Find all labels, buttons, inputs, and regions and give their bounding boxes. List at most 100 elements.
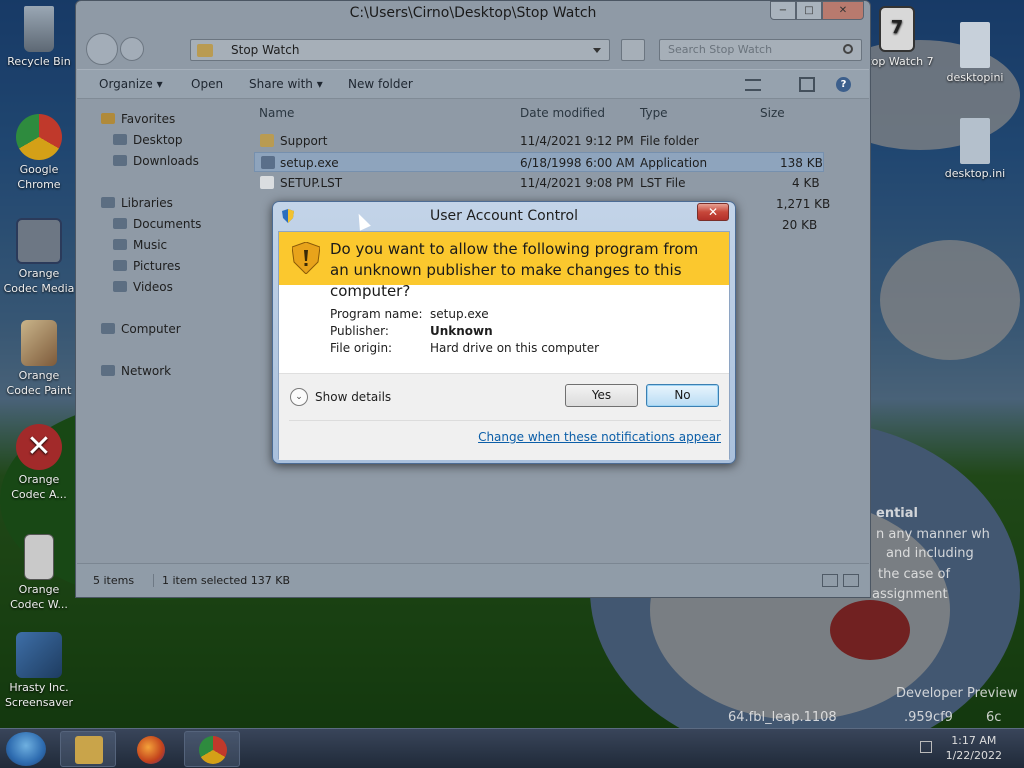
- search-input[interactable]: Search Stop Watch: [659, 39, 862, 61]
- open-button[interactable]: Open: [191, 77, 223, 91]
- no-button[interactable]: No: [646, 384, 719, 407]
- view-options-icon[interactable]: [745, 79, 761, 91]
- chevron-down-icon[interactable]: ⌄: [290, 388, 308, 406]
- error-icon: ✕: [16, 424, 62, 470]
- navigation-pane: Favorites Desktop Downloads Libraries Do…: [77, 100, 242, 562]
- column-header-date[interactable]: Date modified: [520, 106, 605, 120]
- refresh-button[interactable]: [621, 39, 645, 61]
- dialog-body: Do you want to allow the following progr…: [278, 231, 730, 460]
- taskbar-explorer[interactable]: [60, 731, 116, 767]
- column-header-name[interactable]: Name: [259, 106, 294, 120]
- warning-shield-icon: [292, 242, 320, 274]
- column-header-type[interactable]: Type: [640, 106, 668, 120]
- help-icon[interactable]: ?: [836, 77, 851, 92]
- file-size: 138 KB: [780, 156, 823, 170]
- desktop-icon-label: Google Chrome: [17, 163, 61, 191]
- system-clock[interactable]: 1:17 AM 1/22/2022: [946, 733, 1002, 763]
- file-type: LST File: [640, 176, 686, 190]
- nav-libraries[interactable]: Libraries: [101, 196, 173, 210]
- dialog-footer: ⌄ Show details Yes No Change when these …: [279, 373, 729, 460]
- nav-computer[interactable]: Computer: [101, 322, 181, 336]
- wallpaper-text: ential: [876, 506, 918, 521]
- file-date: 11/4/2021 9:12 PM: [520, 134, 634, 148]
- desktop-icon-hrasty-screensaver[interactable]: Hrasty Inc. Screensaver: [2, 632, 76, 710]
- file-origin-value: Hard drive on this computer: [430, 341, 600, 355]
- program-name-value: setup.exe: [430, 307, 489, 321]
- preview-pane-icon[interactable]: [799, 77, 815, 92]
- folder-icon: [197, 44, 213, 57]
- wallpaper-text: 6c: [986, 710, 1002, 725]
- warning-banner: Do you want to allow the following progr…: [279, 232, 729, 300]
- desktop-icon-desktop-ini[interactable]: desktop.ini: [938, 118, 1012, 181]
- maximize-button[interactable]: □: [796, 1, 822, 20]
- nav-downloads[interactable]: Downloads: [113, 154, 199, 168]
- desktop-icon-orange-codec-a[interactable]: ✕ Orange Codec A...: [2, 424, 76, 502]
- desktop-icon-recycle-bin[interactable]: Recycle Bin: [2, 6, 76, 69]
- breadcrumb[interactable]: Stop Watch: [231, 43, 299, 57]
- action-center-icon[interactable]: [920, 741, 932, 753]
- nav-documents[interactable]: Documents: [113, 217, 201, 231]
- chrome-icon: [199, 736, 227, 764]
- desktop-folder-icon: [113, 134, 127, 145]
- chevron-down-icon[interactable]: [593, 48, 601, 53]
- file-row-setup-exe[interactable]: setup.exe 6/18/1998 6:00 AM Application …: [254, 152, 824, 172]
- window-icon: [24, 534, 54, 580]
- desktop-icon-label: Orange Codec Media: [3, 267, 75, 295]
- desktop-icon-desktopini[interactable]: desktopini: [938, 22, 1012, 85]
- column-header-size[interactable]: Size: [760, 106, 785, 120]
- taskbar-firefox[interactable]: [122, 731, 178, 767]
- desktop-icon-chrome[interactable]: Google Chrome: [2, 114, 76, 192]
- search-placeholder: Search Stop Watch: [668, 43, 773, 56]
- nav-label: Videos: [133, 280, 173, 294]
- details-view-icon[interactable]: [822, 574, 838, 587]
- start-button[interactable]: [6, 732, 46, 766]
- minimize-button[interactable]: −: [770, 1, 796, 20]
- file-name: SETUP.LST: [280, 176, 343, 190]
- nav-pictures[interactable]: Pictures: [113, 259, 181, 273]
- clock-time: 1:17 AM: [951, 734, 997, 747]
- desktop-icon-orange-codec-w[interactable]: Orange Codec W...: [2, 534, 76, 612]
- taskbar: 1:17 AM 1/22/2022: [0, 728, 1024, 768]
- settings-file-icon: [960, 118, 990, 164]
- selection-info: 1 item selected 137 KB: [153, 574, 290, 587]
- nav-network[interactable]: Network: [101, 364, 171, 378]
- new-folder-button[interactable]: New folder: [348, 77, 413, 91]
- share-with-button[interactable]: Share with ▾: [249, 77, 323, 91]
- change-notifications-link[interactable]: Change when these notifications appear: [478, 430, 721, 444]
- desktop-icon-label: Orange Codec Paint: [6, 369, 72, 397]
- address-bar[interactable]: Stop Watch: [190, 39, 610, 61]
- wallpaper-text: Developer Preview: [896, 686, 1018, 701]
- nav-music[interactable]: Music: [113, 238, 167, 252]
- file-row-setup-lst[interactable]: SETUP.LST 11/4/2021 9:08 PM LST File 4 K…: [254, 173, 824, 193]
- wallpaper-text: assignment: [872, 587, 948, 602]
- forward-button[interactable]: [120, 37, 144, 61]
- organize-button[interactable]: Organize ▾: [99, 77, 163, 91]
- nav-videos[interactable]: Videos: [113, 280, 173, 294]
- nav-favorites[interactable]: Favorites: [101, 112, 175, 126]
- desktop-icon-orange-codec-media[interactable]: Orange Codec Media: [2, 218, 76, 296]
- close-button[interactable]: ✕: [697, 203, 729, 221]
- media-player-icon: [16, 218, 62, 264]
- nav-desktop[interactable]: Desktop: [113, 133, 183, 147]
- back-button[interactable]: [86, 33, 118, 65]
- taskbar-chrome[interactable]: [184, 731, 240, 767]
- desktop-icon-label: Stop Watch 7: [860, 55, 934, 68]
- folder-icon: [260, 134, 274, 147]
- close-button[interactable]: ✕: [822, 1, 864, 20]
- window-title: C:\Users\Cirno\Desktop\Stop Watch: [349, 5, 597, 21]
- desktop-icon-orange-codec-paint[interactable]: Orange Codec Paint: [2, 320, 76, 398]
- wallpaper-text: .959cf9: [904, 710, 953, 725]
- desktop-icon-stop-watch[interactable]: 7 Stop Watch 7: [860, 6, 934, 69]
- file-date: 6/18/1998 6:00 AM: [520, 156, 635, 170]
- music-icon: [113, 239, 127, 250]
- nav-label: Computer: [121, 322, 181, 336]
- paint-icon: [21, 320, 57, 366]
- show-details-button[interactable]: Show details: [315, 390, 391, 404]
- large-icons-view-icon[interactable]: [843, 574, 859, 587]
- chrome-icon: [16, 114, 62, 160]
- wallpaper-text: n any manner wh: [876, 527, 990, 542]
- yes-button[interactable]: Yes: [565, 384, 638, 407]
- nav-label: Desktop: [133, 133, 183, 147]
- network-icon: [101, 365, 115, 376]
- file-row-support[interactable]: Support 11/4/2021 9:12 PM File folder: [254, 131, 824, 151]
